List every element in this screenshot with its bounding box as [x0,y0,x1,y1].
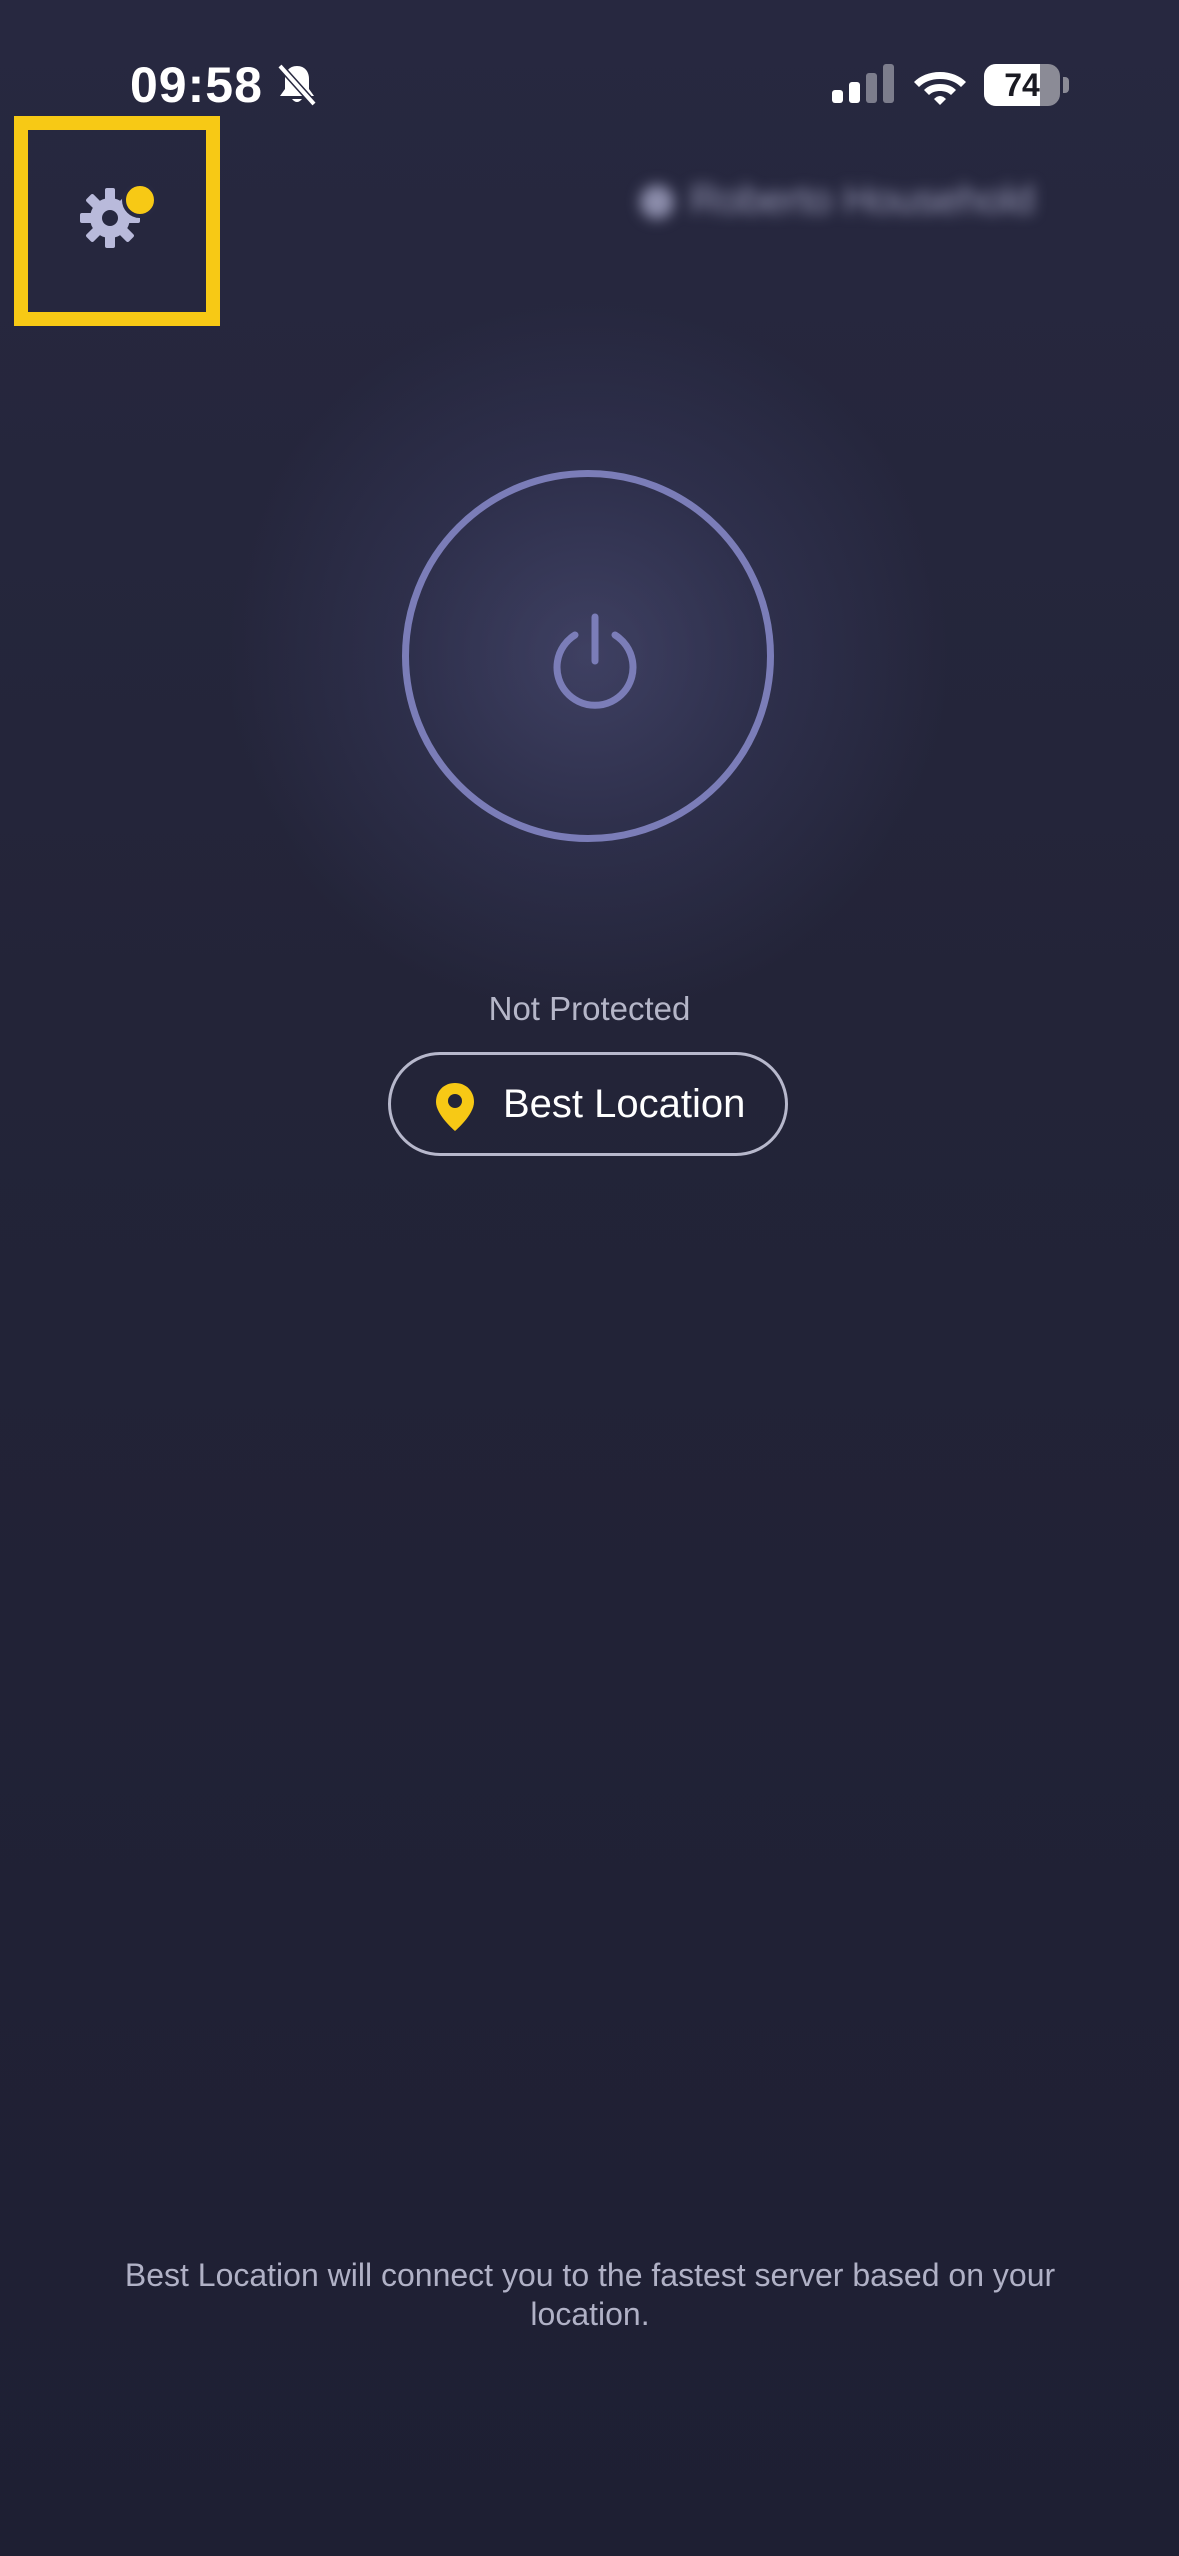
vpn-home-screen: 09:58 74 Roberto Household Not Protected… [0,0,1179,2556]
connect-power-button[interactable] [402,470,774,842]
battery-indicator: 74 [984,64,1070,106]
cellular-signal-icon [832,64,894,103]
notification-dot [122,182,158,218]
connection-status: Not Protected [488,990,691,1027]
account-name: Roberto Household [690,178,1035,222]
battery-level: 74 [1004,67,1040,103]
bell-slash-icon [277,63,317,107]
map-pin-icon [436,1083,474,1131]
status-time: 09:58 [130,57,263,113]
wifi-icon [914,72,966,105]
power-icon [553,613,637,709]
location-selector-button[interactable]: Best Location [388,1052,788,1156]
user-icon [640,185,674,220]
footer-note: Best Location will connect you to the fa… [124,2257,1056,2332]
account-label[interactable]: Roberto Household [640,178,1100,238]
battery-cap [1063,77,1069,93]
settings-button[interactable] [60,160,170,270]
location-label: Best Location [503,1082,746,1126]
battery-icon: 74 [984,64,1060,106]
